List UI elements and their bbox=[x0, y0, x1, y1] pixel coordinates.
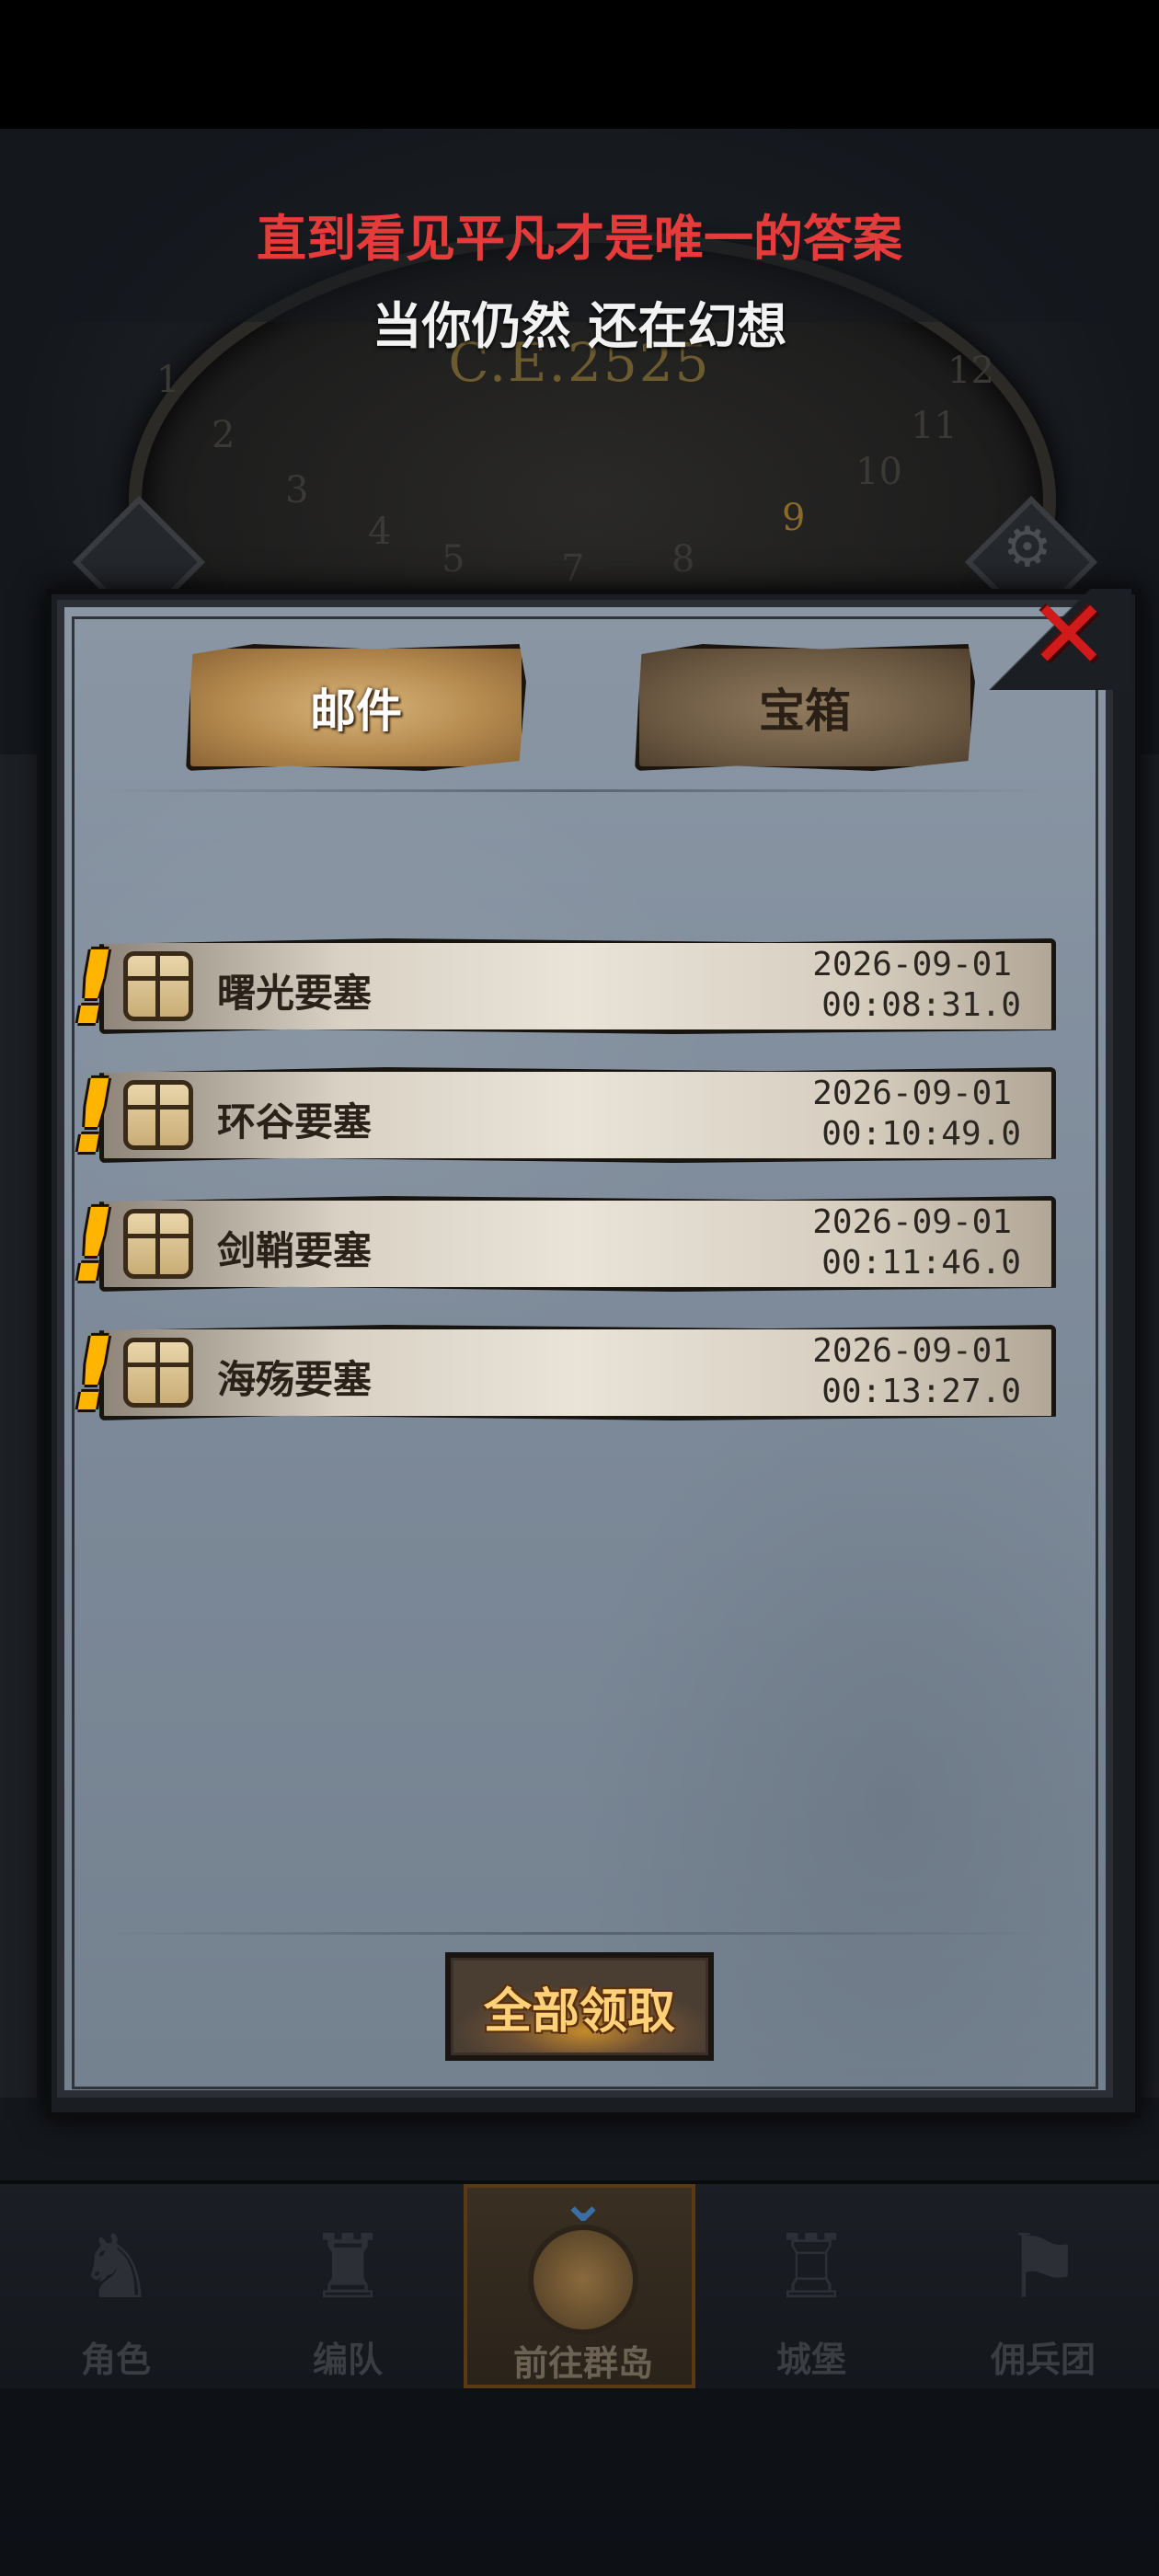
close-x-icon: ✕ bbox=[1028, 579, 1109, 691]
knight-icon: ♞ bbox=[75, 2215, 156, 2318]
tab-mail-label: 邮件 bbox=[310, 684, 402, 738]
tab-chest[interactable]: 宝箱 bbox=[635, 644, 975, 771]
mail-date: 2026-09-01 bbox=[812, 946, 1012, 983]
mail-item[interactable]: ! 剑鞘要塞 2026-09-01 00:11:46.0 bbox=[60, 1187, 1058, 1305]
treasure-box-icon bbox=[123, 1080, 193, 1150]
gear-icon: ⚙ bbox=[1003, 515, 1052, 580]
mail-time: 00:13:27.0 bbox=[821, 1373, 1021, 1410]
mail-item[interactable]: ! 曙光要塞 2026-09-01 00:08:31.0 bbox=[60, 929, 1058, 1047]
mail-item[interactable]: ! 环谷要塞 2026-09-01 00:10:49.0 bbox=[60, 1058, 1058, 1176]
treasure-box-icon bbox=[123, 951, 193, 1021]
game-screen: C.E.2525 1 2 3 4 5 7 8 9 10 11 12 ⚙ 直到看见… bbox=[0, 0, 1159, 2576]
dial-number: 7 bbox=[561, 547, 585, 590]
mail-time: 00:11:46.0 bbox=[821, 1244, 1021, 1282]
nav-item-islands[interactable]: ⌄ 前往群岛 bbox=[464, 2175, 695, 2388]
nav-item-formation[interactable]: ♜ 编队 bbox=[232, 2184, 464, 2388]
troop-icon: ♜ bbox=[307, 2215, 388, 2318]
tab-chest-label: 宝箱 bbox=[759, 684, 851, 738]
mail-item[interactable]: ! 海殇要塞 2026-09-01 00:13:27.0 bbox=[60, 1316, 1058, 1433]
close-button[interactable]: ✕ bbox=[1023, 579, 1115, 691]
tab-divider bbox=[101, 789, 1049, 792]
chevron-down-icon: ⌄ bbox=[559, 2170, 607, 2235]
mail-date: 2026-09-01 bbox=[812, 1075, 1012, 1112]
side-strip bbox=[0, 754, 37, 2098]
nav-label: 角色 bbox=[80, 2340, 151, 2380]
mail-time: 00:10:49.0 bbox=[821, 1115, 1021, 1153]
claim-divider bbox=[101, 1932, 1049, 1935]
status-bar-area bbox=[0, 0, 1159, 129]
mail-title: 剑鞘要塞 bbox=[217, 1228, 373, 1273]
dial-number: 9 bbox=[782, 497, 806, 539]
claim-all-label: 全部领取 bbox=[483, 1984, 675, 2040]
dial-number: 4 bbox=[368, 511, 392, 553]
nav-label: 城堡 bbox=[775, 2340, 846, 2380]
mail-title: 环谷要塞 bbox=[217, 1099, 373, 1144]
bottom-nav: ♞ 角色 ♜ 编队 ⌄ 前往群岛 ♖ 城堡 ⚑ 佣兵团 bbox=[0, 2175, 1159, 2388]
dial-number: 10 bbox=[855, 451, 902, 493]
lyric-line-2: 当你仍然 还在幻想 bbox=[372, 297, 787, 355]
lyric-line-1: 直到看见平凡才是唯一的答案 bbox=[257, 210, 902, 268]
castle-icon: ♖ bbox=[771, 2215, 852, 2318]
dial-number: 3 bbox=[285, 469, 309, 512]
dial-number: 1 bbox=[156, 359, 180, 401]
tab-mail[interactable]: 邮件 bbox=[186, 644, 526, 771]
mail-title: 海殇要塞 bbox=[217, 1357, 373, 1402]
nav-item-role[interactable]: ♞ 角色 bbox=[0, 2184, 232, 2388]
mail-date: 2026-09-01 bbox=[812, 1203, 1012, 1241]
mail-title: 曙光要塞 bbox=[217, 971, 373, 1016]
dial-number: 5 bbox=[442, 538, 465, 581]
treasure-box-icon bbox=[123, 1338, 193, 1408]
nav-label: 佣兵团 bbox=[990, 2340, 1096, 2380]
dial-number: 2 bbox=[212, 414, 235, 456]
nav-label: 编队 bbox=[312, 2340, 383, 2380]
nav-label: 前往群岛 bbox=[512, 2343, 653, 2384]
mail-time: 00:08:31.0 bbox=[821, 986, 1021, 1024]
nav-item-castle[interactable]: ♖ 城堡 bbox=[695, 2184, 927, 2388]
mail-date: 2026-09-01 bbox=[812, 1332, 1012, 1370]
treasure-box-icon bbox=[123, 1209, 193, 1279]
dial-number: 8 bbox=[671, 538, 695, 581]
dial-number: 11 bbox=[911, 405, 958, 447]
compass-icon bbox=[528, 2225, 638, 2335]
claim-all-button[interactable]: 全部领取 bbox=[445, 1952, 714, 2061]
dial-numbers: 1 2 3 4 5 7 8 9 10 11 12 bbox=[156, 350, 1003, 607]
nav-item-mercenary[interactable]: ⚑ 佣兵团 bbox=[927, 2184, 1159, 2388]
mercenary-icon: ⚑ bbox=[1003, 2215, 1084, 2318]
